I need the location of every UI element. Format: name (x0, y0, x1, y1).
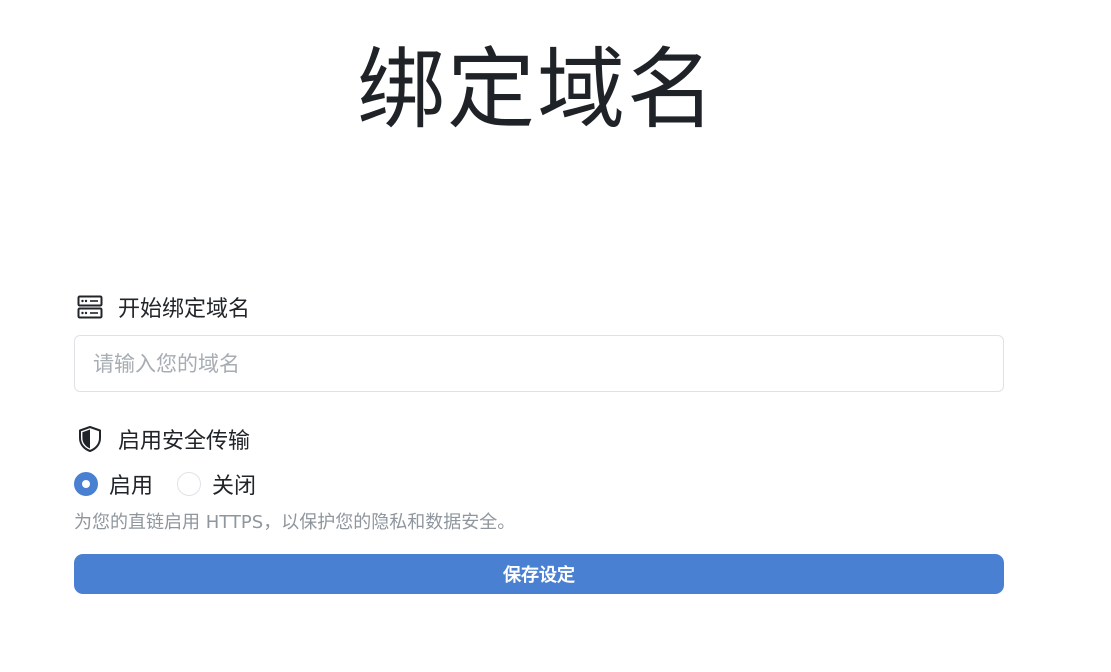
https-radio-group: 启用 关闭 (74, 469, 1004, 499)
https-enable-option[interactable]: 启用 (74, 468, 153, 500)
domain-binding-form: 开始绑定域名 启用安全传输 启用 关闭 为您的直链启用 HTTPS，以保护您的隐 (74, 290, 1004, 594)
https-help-text: 为您的直链启用 HTTPS，以保护您的隐私和数据安全。 (74, 512, 516, 533)
https-section-label: 启用安全传输 (74, 422, 1004, 456)
https-enable-label: 启用 (109, 474, 154, 499)
save-button[interactable]: 保存设定 (74, 554, 1004, 594)
domain-section-label: 开始绑定域名 (74, 290, 1004, 324)
https-enable-radio[interactable] (74, 472, 98, 496)
page: 绑定域名 开始绑定域名 请输入您的域名 启用安全传输 启用 关闭 为您的直链启用… (0, 0, 1111, 672)
shield-icon (76, 425, 104, 453)
https-disable-option[interactable]: 关闭 (177, 468, 256, 500)
https-disable-label: 关闭 (212, 474, 257, 499)
server-icon (76, 293, 104, 321)
page-title: 绑定域名 (356, 38, 717, 141)
domain-section-title: 开始绑定域名 (118, 297, 251, 322)
https-section-title: 启用安全传输 (118, 429, 251, 454)
https-disable-radio[interactable] (177, 472, 202, 496)
domain-input[interactable] (74, 335, 1004, 392)
